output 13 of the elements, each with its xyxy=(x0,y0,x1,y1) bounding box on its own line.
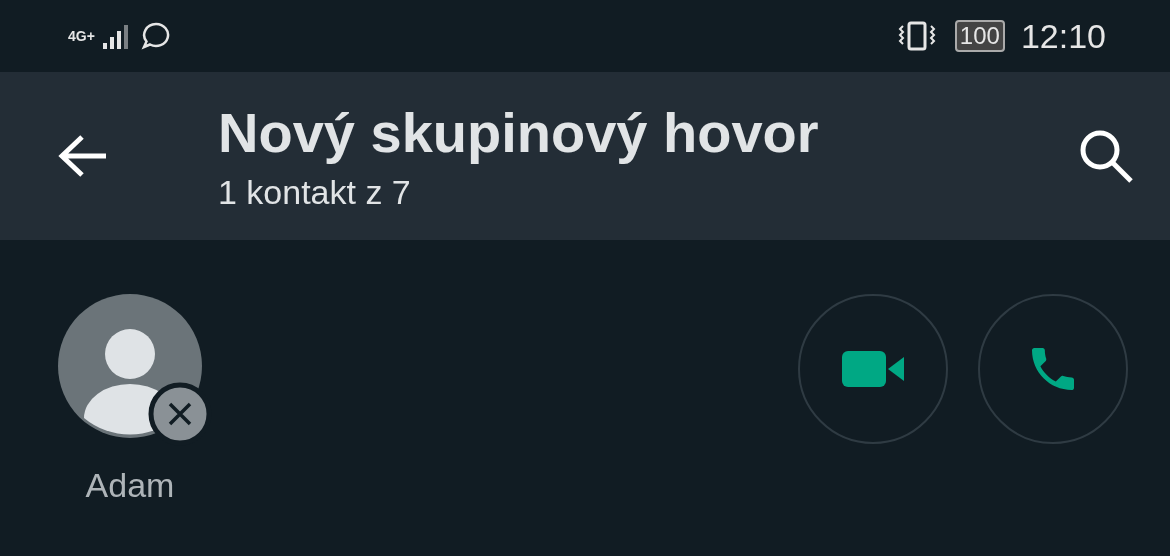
battery-indicator: 100 xyxy=(954,20,1005,52)
contact-name: Adam xyxy=(85,466,175,505)
contact-count: 1 kontakt z 7 xyxy=(218,173,412,212)
search-icon[interactable] xyxy=(1078,128,1134,184)
vibrate-icon xyxy=(896,20,937,52)
back-arrow-icon[interactable] xyxy=(58,134,108,178)
video-call-button[interactable] xyxy=(798,294,948,444)
video-camera-icon xyxy=(842,351,904,387)
network-type: 4G+ xyxy=(68,28,95,44)
clock: 12:10 xyxy=(1020,16,1106,56)
screen-title: Nový skupinový hovor xyxy=(218,100,820,165)
voice-call-button[interactable] xyxy=(978,294,1128,444)
chat-bubble-icon xyxy=(140,21,171,51)
